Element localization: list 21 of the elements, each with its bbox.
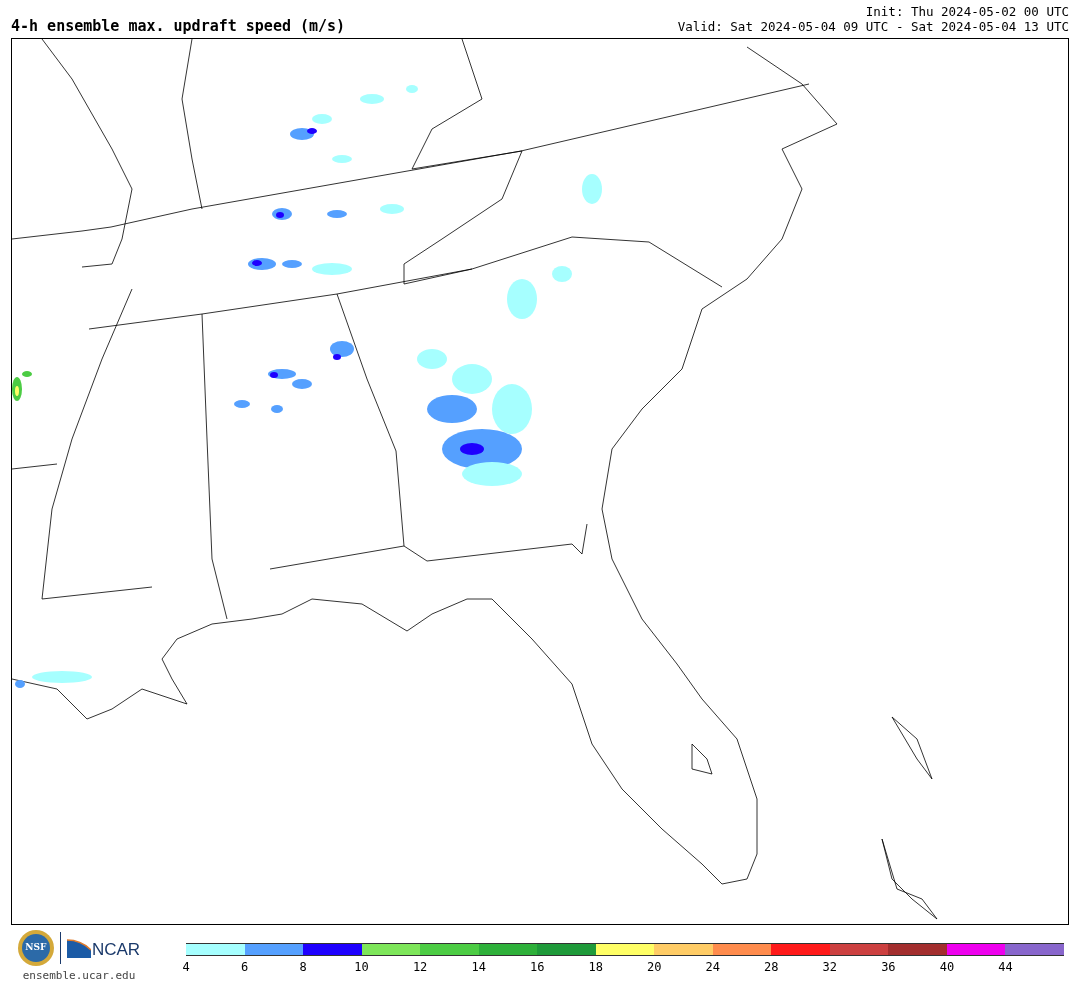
valid-time: Valid: Sat 2024-05-04 09 UTC - Sat 2024-05-04 13 UTC	[677, 19, 1069, 34]
colorbar-tick-label: 44	[998, 961, 1013, 973]
ncar-logo: NCAR	[66, 938, 141, 958]
colorbar-tick-label: 28	[764, 961, 779, 973]
colorbar-tick-label: 32	[822, 961, 838, 973]
nsf-logo: NSF	[17, 930, 54, 966]
colorbar-tick-label: 6	[240, 961, 249, 973]
colorbar-tick-label: 36	[881, 961, 896, 973]
colorbar-tick-label: 18	[588, 961, 603, 973]
colorbar-tick-label: 40	[939, 961, 955, 973]
colorbar-tick-label: 8	[299, 961, 307, 973]
colorbar-tick-label: 4	[182, 961, 190, 973]
colorbar-tick-label: 20	[647, 961, 662, 973]
colorbar-tick-label: 14	[471, 961, 486, 973]
init-time: Init: Thu 2024-05-02 00 UTC	[865, 4, 1069, 19]
colorbar-tick-label: 12	[412, 961, 428, 973]
website-url: ensemble.ucar.edu	[22, 968, 136, 984]
chart-title: 4-h ensemble max. updraft speed (m/s)	[11, 19, 346, 34]
colorbar-tick-label: 16	[529, 961, 545, 973]
colorbar-tick-label: 10	[354, 961, 369, 973]
colorbar-tick-label: 24	[705, 961, 720, 973]
